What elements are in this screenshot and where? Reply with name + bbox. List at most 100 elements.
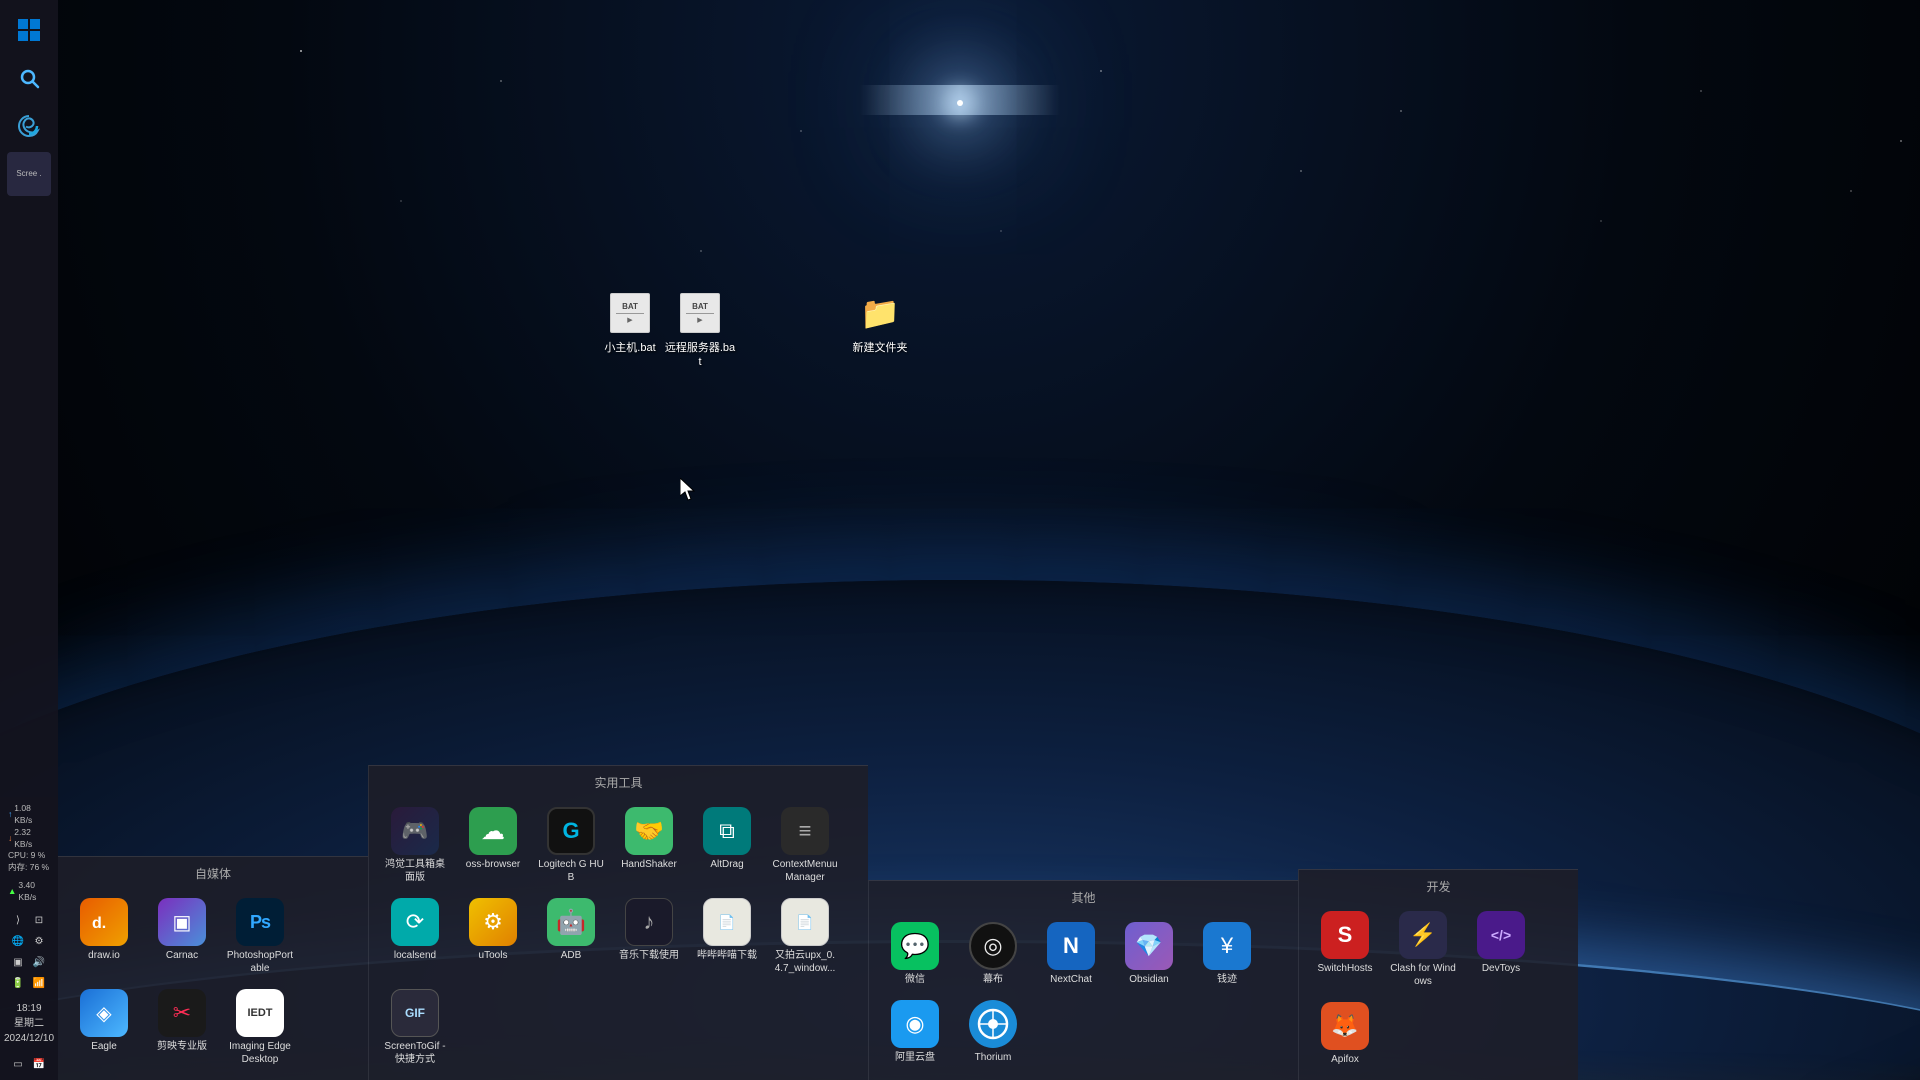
app-label-thorium: Thorium bbox=[975, 1051, 1012, 1064]
group-title-zimeiti: 自媒体 bbox=[68, 865, 358, 886]
group-shiyong: 实用工具 🎮 鸿觉工具箱桌面版 ☁ oss-browser bbox=[368, 765, 868, 1080]
tray-icon-7[interactable]: 🔋 bbox=[8, 973, 28, 993]
app-apifox[interactable]: 🦊 Apifox bbox=[1309, 998, 1381, 1070]
app-thorium[interactable]: Thorium bbox=[957, 996, 1029, 1068]
taskbar-search[interactable] bbox=[7, 56, 51, 100]
tray-icon-4[interactable]: ⚙ bbox=[29, 931, 49, 951]
app-label-clash: Clash for Windows bbox=[1389, 962, 1457, 988]
app-label-mubu: 幕布 bbox=[983, 973, 1003, 986]
app-photoshop[interactable]: Ps PhotoshopPortable bbox=[224, 894, 296, 979]
app-grid-qita: 💬 微信 ◎ 幕布 N NextChat bbox=[879, 918, 1288, 1068]
app-label-devtoys: DevToys bbox=[1482, 962, 1520, 975]
app-label-carnac: Carnac bbox=[166, 949, 198, 962]
group-kaifa: 开发 S SwitchHosts ⚡ Clash for Windows bbox=[1298, 869, 1578, 1080]
app-mubu[interactable]: ◎ 幕布 bbox=[957, 918, 1029, 990]
app-eagle[interactable]: ◈ Eagle bbox=[68, 985, 140, 1070]
app-aliyun[interactable]: ◉ 阿里云盘 bbox=[879, 996, 951, 1068]
app-label-nextchat: NextChat bbox=[1050, 973, 1092, 986]
tray-icon-8[interactable]: 📶 bbox=[29, 973, 49, 993]
app-label-jianying: 剪映专业版 bbox=[157, 1040, 207, 1053]
app-label-altdrag: AltDrag bbox=[710, 858, 743, 871]
group-title-shiyong: 实用工具 bbox=[379, 774, 858, 795]
app-utools[interactable]: ⚙ uTools bbox=[457, 894, 529, 979]
group-title-kaifa: 开发 bbox=[1309, 878, 1568, 899]
group-qita: 其他 💬 微信 ◎ 幕布 N bbox=[868, 880, 1298, 1080]
app-draw-io[interactable]: d. draw.io bbox=[68, 894, 140, 979]
app-label-aliyun: 阿里云盘 bbox=[895, 1051, 935, 1064]
taskbar-windows[interactable] bbox=[7, 8, 51, 52]
icon-label-xiaozhuji: 小主机.bat bbox=[604, 341, 655, 355]
icon-label-folder: 新建文件夹 bbox=[853, 341, 908, 355]
app-label-qianzhu: 钱迹 bbox=[1217, 973, 1237, 986]
bat-icon-2: BAT ▶ bbox=[676, 289, 724, 337]
bat-icon-1: BAT ▶ bbox=[606, 289, 654, 337]
app-clash[interactable]: ⚡ Clash for Windows bbox=[1387, 907, 1459, 992]
app-label-handshaker: HandShaker bbox=[621, 858, 677, 871]
app-localsend[interactable]: ⟳ localsend bbox=[379, 894, 451, 979]
svg-text:d.: d. bbox=[92, 915, 106, 932]
app-label-obsidian: Obsidian bbox=[1129, 973, 1168, 986]
app-imaging-edge[interactable]: IEDT Imaging Edge Desktop bbox=[224, 985, 296, 1070]
app-obsidian[interactable]: 💎 Obsidian bbox=[1113, 918, 1185, 990]
app-devtoys[interactable]: </> DevToys bbox=[1465, 907, 1537, 992]
app-screentogif[interactable]: GIF ScreenToGif - 快捷方式 bbox=[379, 985, 451, 1070]
app-altdrag[interactable]: ⧉ AltDrag bbox=[691, 803, 763, 888]
app-grid-zimeiti: d. draw.io ▣ Carnac Ps PhotoshopPortable bbox=[68, 894, 358, 1070]
app-label-localsend: localsend bbox=[394, 949, 436, 962]
tray-calendar[interactable]: 📅 bbox=[29, 1054, 49, 1074]
app-contextmenu[interactable]: ≡ ContextMenuuManager bbox=[769, 803, 841, 888]
desktop-icon-yuancheng[interactable]: BAT ▶ 远程服务器.bat bbox=[660, 285, 740, 374]
folder-icon: 📁 bbox=[856, 289, 904, 337]
app-youpaiyun[interactable]: 📄 又拍云upx_0.4.7_window... bbox=[769, 894, 841, 979]
tray-icon-5[interactable]: ▣ bbox=[8, 952, 28, 972]
app-label-draw-io: draw.io bbox=[88, 949, 120, 962]
app-grid-kaifa: S SwitchHosts ⚡ Clash for Windows </> De… bbox=[1309, 907, 1568, 1070]
app-label-contextmenu: ContextMenuuManager bbox=[771, 858, 839, 884]
desktop: Scree . BAT ▶ 小主机.bat BAT ▶ 远程服务器.bat 📁 … bbox=[0, 0, 1920, 1080]
tray-icon-3[interactable]: 🌐 bbox=[8, 931, 28, 951]
app-adb[interactable]: 🤖 ADB bbox=[535, 894, 607, 979]
screen-label: Scree . bbox=[16, 170, 41, 179]
app-logitech[interactable]: G Logitech G HUB bbox=[535, 803, 607, 888]
system-tray: ↑ 1.08 KB/s ↓ 2.32 KB/s CPU: 9 % 内存: 76 … bbox=[0, 797, 58, 1080]
tray-icon-2[interactable]: ⊡ bbox=[29, 910, 49, 930]
tray-time: 18:19 bbox=[4, 1001, 54, 1016]
app-qianzhu[interactable]: ¥ 钱迹 bbox=[1191, 918, 1263, 990]
app-label-music-dl: 音乐下载使用 bbox=[619, 949, 679, 962]
app-label-switchhosts: SwitchHosts bbox=[1317, 962, 1372, 975]
network-upload: 1.08 KB/s bbox=[14, 803, 50, 827]
group-title-qita: 其他 bbox=[879, 889, 1288, 910]
cpu-stat: CPU: 9 % bbox=[8, 850, 50, 862]
app-label-imaging-edge: Imaging Edge Desktop bbox=[226, 1040, 294, 1066]
app-bingbingmian[interactable]: 📄 哔哔哔喵下载 bbox=[691, 894, 763, 979]
app-music-dl[interactable]: ♪ 音乐下载使用 bbox=[613, 894, 685, 979]
app-nextchat[interactable]: N NextChat bbox=[1035, 918, 1107, 990]
icon-label-yuancheng: 远程服务器.bat bbox=[664, 341, 736, 370]
tray-show-desktop[interactable]: ▭ bbox=[8, 1054, 28, 1074]
desktop-icon-folder[interactable]: 📁 新建文件夹 bbox=[840, 285, 920, 359]
app-oss-browser[interactable]: ☁ oss-browser bbox=[457, 803, 529, 888]
app-handshaker[interactable]: 🤝 HandShaker bbox=[613, 803, 685, 888]
app-jianying[interactable]: ✂ 剪映专业版 bbox=[146, 985, 218, 1070]
tray-icon-1[interactable]: ⟩ bbox=[8, 910, 28, 930]
taskbar-edge[interactable] bbox=[7, 104, 51, 148]
app-carnac[interactable]: ▣ Carnac bbox=[146, 894, 218, 979]
disk-stat: 3.40 KB/s bbox=[18, 880, 50, 904]
tray-disk: ▲ 3.40 KB/s bbox=[4, 878, 54, 906]
app-grid-shiyong: 🎮 鸿觉工具箱桌面版 ☁ oss-browser G Logitech G H bbox=[379, 803, 858, 1070]
app-groups: 自媒体 d. draw.io ▣ Carnac bbox=[58, 820, 1920, 1080]
app-hongjue[interactable]: 🎮 鸿觉工具箱桌面版 bbox=[379, 803, 451, 888]
tray-datetime[interactable]: 18:19 星期二 2024/12/10 bbox=[2, 997, 56, 1050]
app-label-logitech: Logitech G HUB bbox=[537, 858, 605, 884]
app-label-screentogif: ScreenToGif - 快捷方式 bbox=[381, 1040, 449, 1066]
app-wechat[interactable]: 💬 微信 bbox=[879, 918, 951, 990]
memory-stat: 内存: 76 % bbox=[8, 862, 50, 874]
tray-day: 星期二 bbox=[4, 1016, 54, 1031]
app-label-photoshop: PhotoshopPortable bbox=[226, 949, 294, 975]
taskbar-screen[interactable]: Scree . bbox=[7, 152, 51, 196]
tray-bottom-icons: ▭ 📅 bbox=[4, 1052, 54, 1076]
app-switchhosts[interactable]: S SwitchHosts bbox=[1309, 907, 1381, 992]
app-label-oss-browser: oss-browser bbox=[466, 858, 520, 871]
tray-icon-6[interactable]: 🔊 bbox=[29, 952, 49, 972]
desktop-icon-xiaozhuji[interactable]: BAT ▶ 小主机.bat bbox=[590, 285, 670, 359]
